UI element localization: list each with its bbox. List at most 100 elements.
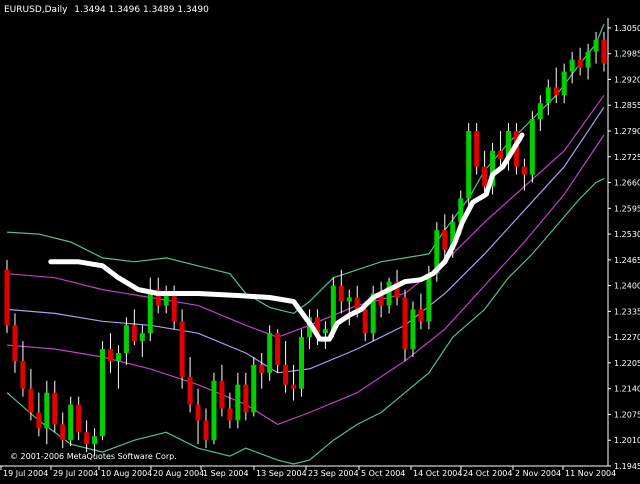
price-tick-label: 1.2920 (614, 75, 640, 84)
candle-body-bear (521, 166, 527, 175)
candle-body-bull (569, 59, 575, 72)
candle-body-bear (442, 230, 448, 250)
candle (410, 301, 416, 357)
candle-body-bear (291, 384, 297, 389)
candle-body-bear (76, 404, 82, 433)
chart-window[interactable]: 1.3050 1.2985 1.2920 1.2855 1.2790 1.2725 1.26… (0, 0, 640, 480)
candle-body-bull (426, 273, 432, 322)
candle-body-bull (529, 119, 535, 175)
price-tick-label: 1.2400 (614, 282, 640, 291)
candle-body-bear (84, 432, 90, 445)
time-tick-label: 29 Jul 2004 (53, 469, 98, 478)
price-tick-label: 1.2790 (614, 127, 640, 136)
candle-body-bull (251, 364, 257, 413)
candle-body-bear (243, 384, 249, 413)
time-tick-label: 5 Oct 2004 (361, 469, 405, 478)
price-tick-label: 1.2335 (614, 307, 640, 316)
price-tick-label: 1.2530 (614, 230, 640, 239)
candle-body-bear (482, 166, 488, 187)
candle-body-bull (593, 39, 599, 52)
candle-body-bull (68, 404, 74, 441)
price-tick-label: 1.2465 (614, 256, 640, 265)
ohlc-values: 1.3494 1.3496 1.3489 1.3490 (74, 5, 209, 15)
price-tick-label: 1.2140 (614, 385, 640, 394)
candle-body-bear (12, 325, 18, 361)
candle-body-bear (362, 309, 368, 334)
candle-body-bear (402, 297, 408, 350)
candle-body-bear (553, 87, 559, 96)
candle-body-bull (123, 325, 129, 354)
candle-body-bull (235, 384, 241, 421)
candle (4, 259, 10, 334)
candle (251, 356, 257, 417)
candle-body-bear (195, 404, 201, 421)
price-tick-label: 1.2270 (614, 333, 640, 342)
candle-body-bear (259, 364, 265, 373)
time-tick-label: 2 Nov 2004 (515, 469, 561, 478)
candle-body-bull (346, 297, 352, 302)
time-tick-label: 19 Jul 2004 (3, 469, 48, 478)
time-tick-label: 20 Aug 2004 (153, 469, 204, 478)
candle-body-bull (299, 337, 305, 389)
candle-body-bull (100, 349, 106, 437)
candle-body-bull (115, 353, 121, 361)
candle-body-bull (537, 103, 543, 120)
candle-body-bull (44, 392, 50, 429)
time-tick-label: 10 Aug 2004 (101, 469, 152, 478)
candle-body-bull (322, 329, 328, 334)
candle-body-bear (577, 59, 583, 68)
candle-body-bear (171, 293, 177, 322)
candle-body-bear (4, 269, 10, 326)
candle-body-bear (219, 380, 225, 409)
candle-body-bull (139, 333, 145, 342)
candle-body-bear (283, 364, 289, 385)
candle-body-bull (211, 380, 217, 441)
candle-body-bear (474, 130, 480, 167)
candle-body-bear (107, 349, 113, 361)
time-tick-label: 13 Sep 2004 (256, 469, 307, 478)
candle-body-bull (147, 289, 153, 334)
candle-body-bull (92, 436, 98, 445)
candle-body-bull (267, 333, 273, 373)
candle (100, 341, 106, 441)
time-tick-label: 23 Sep 2004 (308, 469, 359, 478)
time-tick-label: 1 Sep 2004 (203, 469, 249, 478)
copyright-text: © 2001-2006 MetaQuotes Software Corp. (10, 452, 177, 461)
time-tick-label: 11 Nov 2004 (565, 469, 616, 478)
price-tick-label: 1.2660 (614, 179, 640, 188)
candle-body-bear (179, 321, 185, 377)
candle (211, 372, 217, 445)
price-tick-label: 1.2205 (614, 359, 640, 368)
candle-body-bear (52, 392, 58, 425)
candle (267, 325, 273, 381)
candle-body-bear (418, 309, 424, 322)
candle-body-bull (466, 130, 472, 199)
price-tick-label: 1.2595 (614, 204, 640, 213)
candle-body-bear (131, 325, 137, 342)
price-tick-label: 1.2075 (614, 410, 640, 419)
candle-body-bear (498, 150, 504, 159)
candle-body-bull (386, 281, 392, 306)
candle-body-bear (28, 388, 34, 413)
price-tick-label: 1.2010 (614, 436, 640, 445)
candle (299, 329, 305, 397)
price-tick-label: 1.2985 (614, 50, 640, 59)
candle-body-bull (410, 309, 416, 350)
candle-body-bear (203, 420, 209, 441)
candle-body-bear (354, 297, 360, 310)
candle (466, 123, 472, 207)
price-tick-label: 1.1945 (614, 462, 640, 471)
price-tick-label: 1.2855 (614, 101, 640, 110)
candle-body-bear (601, 39, 607, 64)
price-chart[interactable]: 1.3050 1.2985 1.2920 1.2855 1.2790 1.2725 1.26… (0, 0, 640, 480)
candle-body-bear (227, 408, 233, 421)
price-tick-label: 1.3050 (614, 24, 640, 33)
candle-body-bear (36, 412, 42, 429)
candle-body-bear (338, 285, 344, 302)
candle-body-bull (545, 87, 551, 104)
candle-body-bear (187, 376, 193, 405)
symbol-period: EURUSD,Daily (4, 5, 68, 15)
candle-body-bear (60, 424, 66, 441)
candle-body-bull (585, 51, 591, 68)
candle-body-bull (561, 71, 567, 96)
